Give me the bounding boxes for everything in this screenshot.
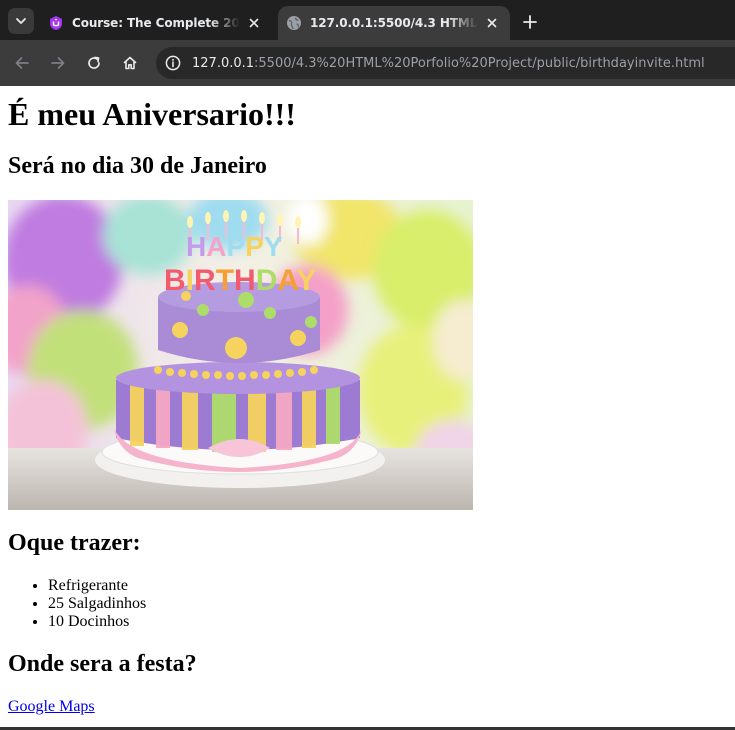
address-bar[interactable]: 127.0.0.1:5500/4.3%20HTML%20Porfolio%20P…	[156, 47, 735, 79]
back-button[interactable]	[9, 50, 35, 76]
close-icon[interactable]	[482, 13, 502, 33]
browser-tabstrip: Course: The Complete 2023 Web Developmen…	[0, 0, 735, 40]
tab-birthday-invite[interactable]: 127.0.0.1:5500/4.3 HTML Porfolio Project…	[278, 6, 510, 40]
arrow-left-icon	[15, 57, 29, 69]
reload-icon	[88, 56, 100, 69]
url-host: 127.0.0.1	[192, 55, 255, 71]
bring-list: Refrigerante 25 Salgadinhos 10 Docinhos	[8, 577, 146, 631]
arrow-right-icon	[51, 57, 65, 69]
bring-heading: Oque trazer:	[8, 530, 141, 556]
page-title: É meu Aniversario!!!	[8, 96, 296, 132]
birthday-text: BIRTHDAY	[164, 264, 316, 297]
close-icon[interactable]	[244, 13, 264, 33]
chevron-down-icon	[16, 18, 26, 24]
page-content: É meu Aniversario!!! Será no dia 30 de J…	[0, 86, 735, 730]
info-icon[interactable]	[164, 54, 182, 72]
list-item: 25 Salgadinhos	[48, 595, 146, 613]
plus-icon	[523, 15, 537, 29]
new-tab-button[interactable]	[518, 10, 542, 34]
globe-icon	[286, 15, 302, 31]
home-button[interactable]	[117, 50, 143, 76]
tab-search-button[interactable]	[8, 8, 34, 34]
where-heading: Onde sera a festa?	[8, 651, 197, 677]
list-item: 10 Docinhos	[48, 613, 146, 631]
birthday-cake-image: HAPPY BIRTHDAY	[8, 200, 473, 510]
home-icon	[123, 56, 137, 70]
forward-button[interactable]	[45, 50, 71, 76]
tab-title: Course: The Complete 2023 Web Developmen…	[72, 16, 240, 30]
udemy-shield-icon	[48, 15, 64, 31]
url-text[interactable]: 127.0.0.1:5500/4.3%20HTML%20Porfolio%20P…	[192, 56, 705, 71]
list-item: Refrigerante	[48, 577, 146, 595]
reload-button[interactable]	[81, 50, 107, 76]
browser-toolbar: 127.0.0.1:5500/4.3%20HTML%20Porfolio%20P…	[0, 40, 735, 86]
url-path: :5500/4.3%20HTML%20Porfolio%20Project/pu…	[254, 55, 705, 71]
google-maps-link[interactable]: Google Maps	[8, 697, 95, 717]
tab-title: 127.0.0.1:5500/4.3 HTML Porfolio Project…	[310, 16, 478, 30]
date-heading: Será no dia 30 de Janeiro	[8, 153, 267, 179]
tab-udemy-course[interactable]: Course: The Complete 2023 Web Developmen…	[40, 6, 272, 40]
happy-text: HAPPY	[186, 231, 283, 262]
